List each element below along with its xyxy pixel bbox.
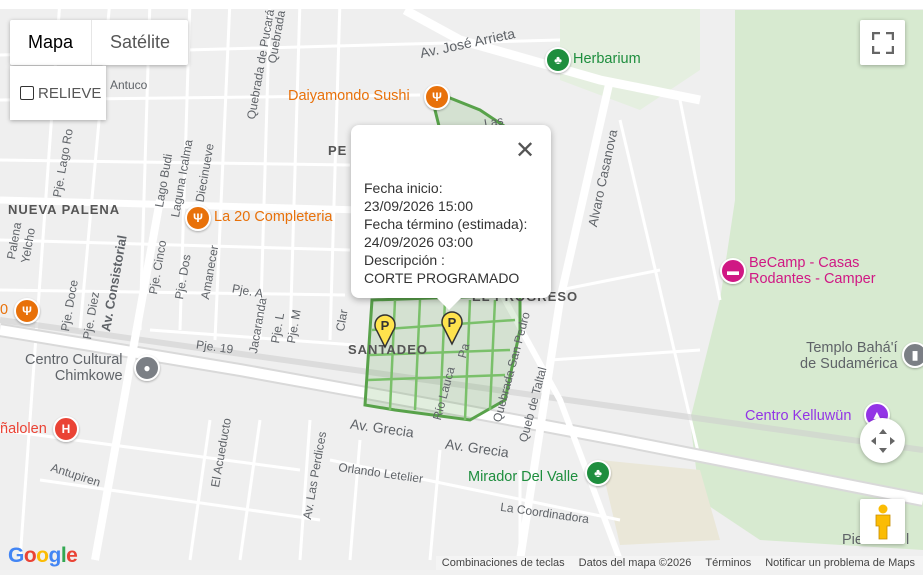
fullscreen-icon [871,31,894,54]
poi-centro-kelluwun[interactable]: Centro Kelluwün [745,408,851,424]
logo-letter-g2: g [48,544,62,567]
parking-marker-2-label: P [448,315,457,330]
poi-daiyamondo-sushi[interactable]: Daiyamondo Sushi [288,88,410,104]
map-footer: Combinaciones de teclas Datos del mapa ©… [435,556,923,570]
poi-becamp-line1: BeCamp - Casas [749,255,860,271]
poi-partial-pie-tail: l [906,532,910,548]
camera-control-button[interactable] [860,418,905,463]
museum-icon[interactable]: ● [134,355,160,381]
poi-la-20-completeria[interactable]: La 20 Completeria [214,209,333,225]
poi-centro-cultural-chimkowe[interactable]: Centro Cultural Chimkowe [25,352,123,384]
park-icon[interactable]: ♣ [545,47,571,73]
top-strip [0,0,923,9]
lodging-icon[interactable]: ▬ [720,258,746,284]
area-label-pe: PE [328,143,348,158]
park-icon[interactable]: ♣ [585,460,611,486]
close-icon[interactable]: ✕ [513,139,537,163]
logo-letter-g1: G [8,544,24,567]
poi-becamp-line2: Rodantes - Camper [749,271,876,287]
info-start-label: Fecha inicio: [364,180,443,196]
poi-templo-line2: de Sudamérica [800,356,898,372]
map-type-map-button[interactable]: Mapa [10,20,93,65]
poi-herbarium[interactable]: Herbarium [573,51,641,67]
info-start-value: 23/09/2026 15:00 [364,198,473,214]
map-type-control: Mapa Satélite [10,20,189,65]
info-end-label: Fecha término (estimada): [364,216,528,232]
street-label-antuco: Antuco [110,78,148,92]
pegman-icon [875,504,890,539]
info-window: ✕ Fecha inicio: 23/09/2026 15:00 Fecha t… [351,125,551,310]
info-end-value: 24/09/2026 03:00 [364,234,473,250]
info-window-content: Fecha inicio: 23/09/2026 15:00 Fecha tér… [364,179,527,287]
relief-label: RELIEVE [38,84,102,102]
restaurant-icon[interactable]: Ψ [424,84,450,110]
fullscreen-button[interactable] [860,20,905,65]
area-label-nueva-palena: NUEVA PALENA [8,202,121,217]
keyboard-shortcuts-link[interactable]: Combinaciones de teclas [442,557,565,569]
logo-letter-o1: o [23,544,37,567]
map-type-satellite-button[interactable]: Satélite [92,20,188,65]
camera-control-icon [870,428,895,453]
hospital-icon[interactable]: H [53,416,79,442]
map-data-text: Datos del mapa ©2026 [578,557,692,569]
poi-partial-label: 0 [0,302,9,318]
parking-marker-1-label: P [381,318,390,333]
info-description-label: Descripción : [364,252,445,268]
parking-marker-2[interactable]: P [440,310,464,346]
parking-marker-1[interactable]: P [373,313,397,349]
google-logo: Google [8,544,78,568]
terms-link[interactable]: Términos [705,557,751,569]
poi-becamp[interactable]: BeCamp - Casas Rodantes - Camper [749,255,876,287]
poi-templo-bahai[interactable]: Templo Bahá'í de Sudamérica [800,340,898,372]
relief-toggle[interactable]: RELIEVE [10,66,106,120]
report-problem-link[interactable]: Notificar un problema de Maps [765,557,915,569]
logo-letter-e: e [66,544,78,567]
restaurant-icon[interactable]: Ψ [185,205,211,231]
poi-templo-line1: Templo Bahá'í [806,340,898,356]
restaurant-icon[interactable]: Ψ [14,298,40,324]
street-view-button[interactable] [860,499,905,544]
relief-checkbox[interactable] [20,86,34,100]
poi-mirador-del-valle[interactable]: Mirador Del Valle [468,469,578,485]
poi-chimkowe-line1: Centro Cultural [25,352,123,368]
poi-chimkowe-line2: Chimkowe [54,368,123,384]
info-description-value: CORTE PROGRAMADO [364,270,520,286]
worship-icon[interactable]: ▮ [902,342,923,368]
poi-penalolen[interactable]: ñalolen [0,421,47,437]
logo-letter-o2: o [36,544,49,567]
